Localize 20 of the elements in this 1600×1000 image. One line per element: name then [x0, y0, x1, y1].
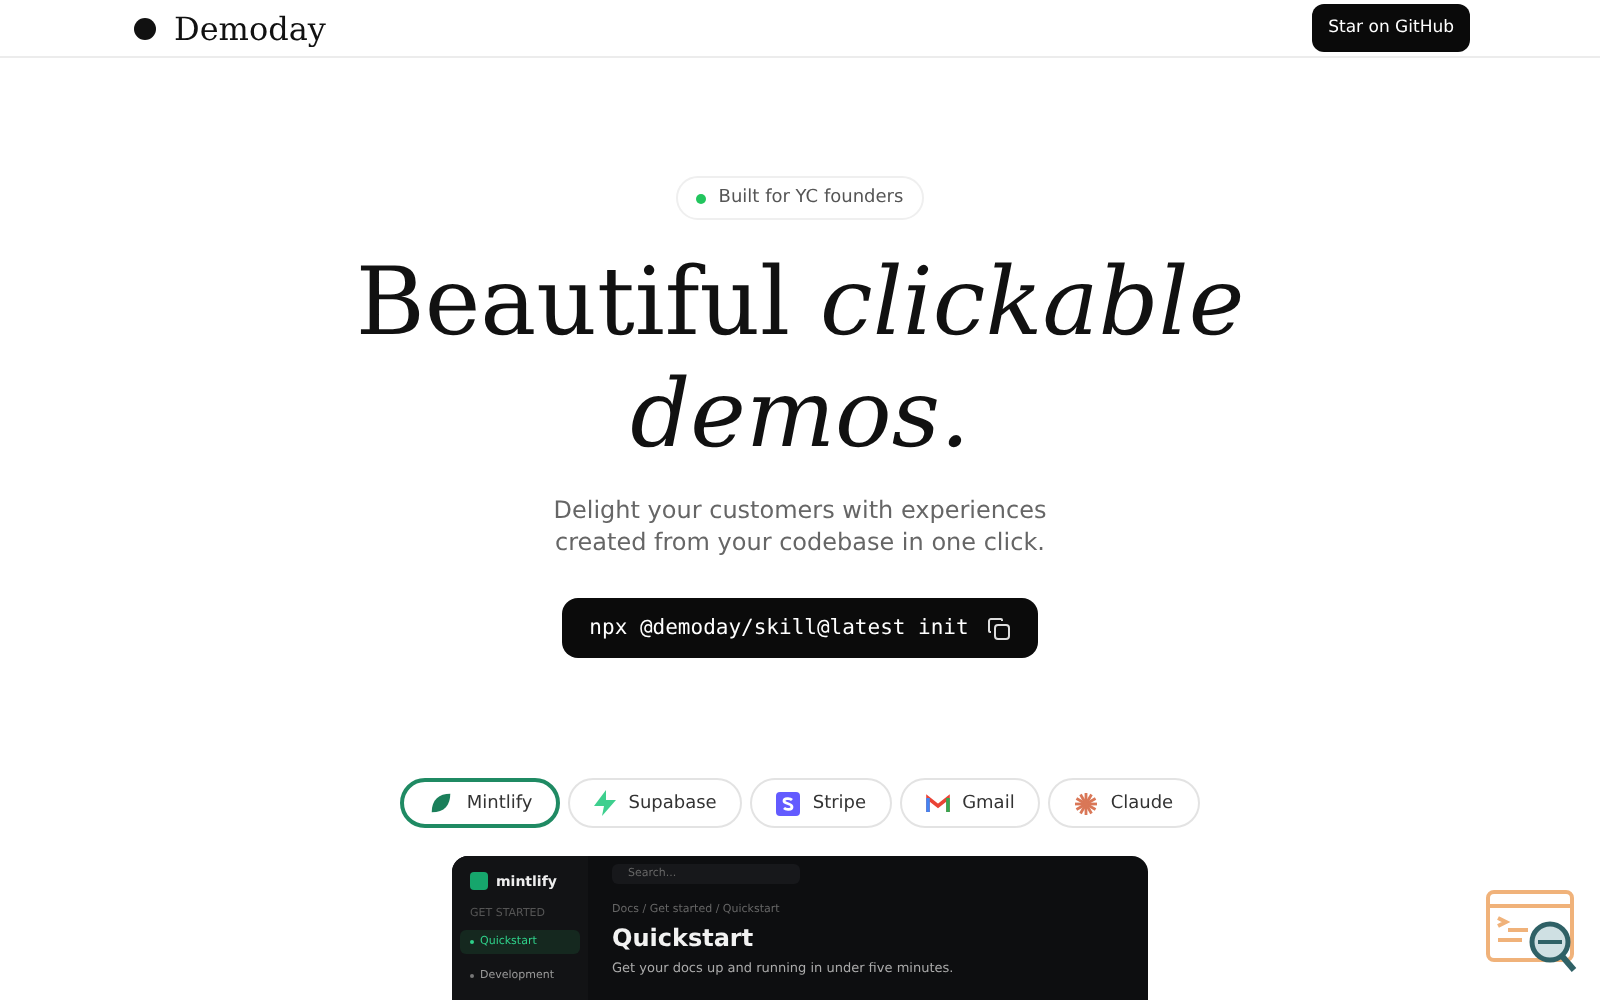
command-text: npx @demoday/skill@latest init [589, 616, 969, 640]
demo-tab[interactable]: Stripe [750, 778, 893, 828]
headline: Beautiful clickable demos. [355, 248, 1245, 472]
demo-tab[interactable]: Gmail [900, 778, 1041, 828]
subtitle: Delight your customers with experiences created from your codebase in one click. [553, 494, 1047, 558]
demo-tab[interactable]: Supabase [568, 778, 743, 828]
badge-text: Built for YC founders [718, 188, 904, 208]
copy-icon[interactable] [988, 617, 1011, 639]
demo-tab[interactable]: Mintlify [400, 778, 561, 828]
sunburst-icon [1074, 791, 1099, 815]
s-square-icon [776, 791, 801, 815]
page-title: Quickstart [612, 924, 756, 952]
lightning-icon [594, 790, 617, 816]
github-button[interactable]: Star on GitHub [1312, 4, 1470, 52]
logo-dot [134, 17, 156, 39]
brand-icon [470, 872, 488, 890]
leaf-icon [428, 790, 455, 816]
mail-icon [926, 793, 951, 813]
demo-tab[interactable]: Claude [1048, 778, 1200, 828]
logo-text[interactable]: Demoday [174, 9, 326, 47]
